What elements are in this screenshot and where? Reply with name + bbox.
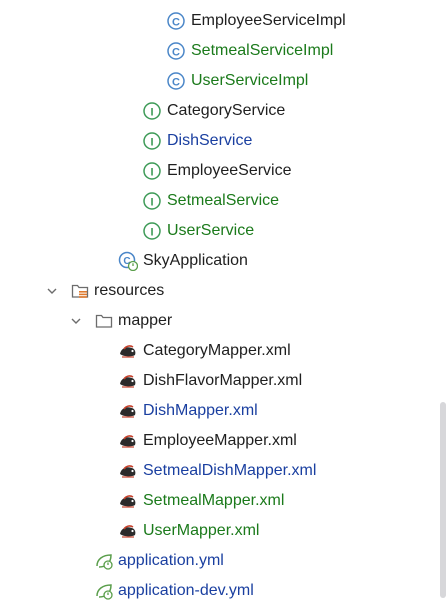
chevron-down-icon[interactable]	[44, 283, 60, 299]
svg-text:C: C	[172, 77, 180, 89]
interface-icon: I	[143, 222, 161, 240]
tree-item-setmeal-dish-mapper-xml[interactable]: SetmealDishMapper.xml	[0, 456, 446, 486]
svg-text:I: I	[150, 167, 153, 179]
tree-item-user-mapper-xml[interactable]: UserMapper.xml	[0, 516, 446, 546]
folder-icon	[95, 314, 113, 328]
mybatis-xml-icon	[120, 345, 136, 358]
spring-yml-icon	[96, 554, 113, 570]
tree-item-user-service[interactable]: I UserService	[0, 216, 446, 246]
tree-item-application-yml[interactable]: application.yml	[0, 546, 446, 576]
svg-text:C: C	[172, 17, 180, 29]
mybatis-xml-icon	[120, 405, 136, 418]
tree-item-label: SetmealDishMapper.xml	[143, 462, 317, 479]
tree-item-label: application-dev.yml	[118, 582, 254, 599]
tree-item-category-mapper-xml[interactable]: CategoryMapper.xml	[0, 336, 446, 366]
tree-item-setmeal-service[interactable]: I SetmealService	[0, 186, 446, 216]
vertical-scrollbar[interactable]	[440, 402, 446, 598]
tree-item-label: SetmealService	[167, 192, 280, 209]
interface-icon: I	[143, 162, 161, 180]
mybatis-xml-icon	[120, 375, 136, 388]
svg-text:I: I	[150, 137, 153, 149]
mybatis-xml-icon	[120, 465, 136, 478]
spring-boot-class-icon: C	[118, 251, 138, 271]
resources-folder-icon	[71, 284, 89, 298]
tree-item-label: CategoryService	[167, 102, 286, 119]
mybatis-xml-icon	[120, 525, 136, 538]
tree-item-label: UserService	[167, 222, 255, 239]
tree-item-employee-service-impl[interactable]: C EmployeeServiceImpl	[0, 6, 446, 36]
class-icon: C	[167, 42, 185, 60]
tree-item-label: DishFlavorMapper.xml	[143, 372, 303, 389]
class-icon: C	[167, 12, 185, 30]
tree-item-label: UserServiceImpl	[191, 72, 309, 89]
tree-item-label: EmployeeService	[167, 162, 292, 179]
interface-icon: I	[143, 192, 161, 210]
tree-item-label: CategoryMapper.xml	[143, 342, 291, 359]
tree-item-label: resources	[94, 282, 165, 299]
svg-text:I: I	[150, 197, 153, 209]
tree-item-employee-service[interactable]: I EmployeeService	[0, 156, 446, 186]
project-tree: C EmployeeServiceImpl C SetmealServiceIm…	[0, 0, 446, 615]
tree-item-label: UserMapper.xml	[143, 522, 260, 539]
svg-text:I: I	[150, 107, 153, 119]
tree-item-label: application.yml	[118, 552, 224, 569]
class-icon: C	[167, 72, 185, 90]
tree-item-sky-application[interactable]: C SkyApplication	[0, 246, 446, 276]
mybatis-xml-icon	[120, 495, 136, 508]
tree-item-label: EmployeeMapper.xml	[143, 432, 297, 449]
svg-text:C: C	[172, 47, 180, 59]
tree-item-resources-folder[interactable]: resources	[0, 276, 446, 306]
tree-item-category-service[interactable]: I CategoryService	[0, 96, 446, 126]
interface-icon: I	[143, 102, 161, 120]
tree-item-label: SkyApplication	[143, 252, 248, 269]
tree-item-label: SetmealServiceImpl	[191, 42, 334, 59]
mybatis-xml-icon	[120, 435, 136, 448]
tree-item-dish-mapper-xml[interactable]: DishMapper.xml	[0, 396, 446, 426]
tree-item-label: EmployeeServiceImpl	[191, 12, 346, 29]
tree-item-dish-service[interactable]: I DishService	[0, 126, 446, 156]
chevron-down-icon[interactable]	[68, 313, 84, 329]
tree-item-label: mapper	[118, 312, 173, 329]
tree-item-setmeal-mapper-xml[interactable]: SetmealMapper.xml	[0, 486, 446, 516]
spring-yml-icon	[96, 584, 113, 600]
tree-item-setmeal-service-impl[interactable]: C SetmealServiceImpl	[0, 36, 446, 66]
tree-item-user-service-impl[interactable]: C UserServiceImpl	[0, 66, 446, 96]
interface-icon: I	[143, 132, 161, 150]
tree-item-mapper-folder[interactable]: mapper	[0, 306, 446, 336]
tree-item-label: DishMapper.xml	[143, 402, 258, 419]
tree-item-label: DishService	[167, 132, 253, 149]
tree-item-employee-mapper-xml[interactable]: EmployeeMapper.xml	[0, 426, 446, 456]
svg-text:I: I	[150, 227, 153, 239]
tree-item-application-dev-yml[interactable]: application-dev.yml	[0, 576, 446, 606]
tree-item-dish-flavor-mapper-xml[interactable]: DishFlavorMapper.xml	[0, 366, 446, 396]
tree-item-label: SetmealMapper.xml	[143, 492, 285, 509]
